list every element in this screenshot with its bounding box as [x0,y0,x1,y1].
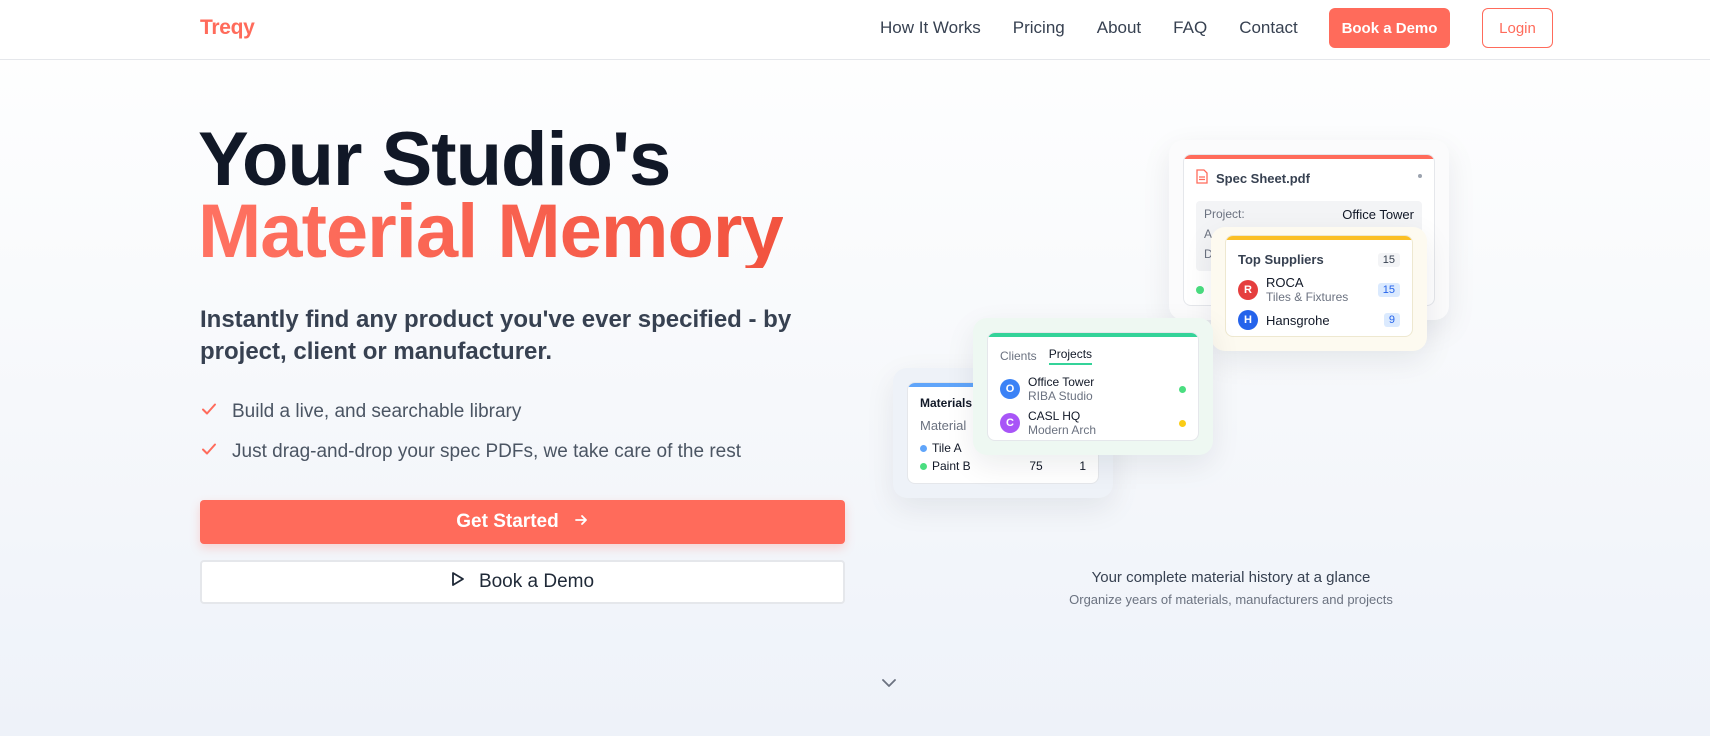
project-client: Modern Arch [1028,423,1097,437]
project-info: Office Tower RIBA Studio [1028,375,1179,403]
status-dot [1179,385,1186,393]
spec-value: Office Tower [1342,207,1414,222]
get-started-button[interactable]: Get Started [200,500,845,544]
supplier-category: Tiles & Fixtures [1266,290,1349,304]
material-qty: 75 [1029,459,1043,473]
nav-link-contact[interactable]: Contact [1239,18,1298,38]
book-demo-button[interactable]: Book a Demo [1329,8,1450,48]
arrow-right-icon [573,512,589,533]
supplier-count-badge: 9 [1383,313,1400,327]
nav-link-how-it-works[interactable]: How It Works [880,18,981,38]
book-demo-secondary-label: Book a Demo [478,571,595,592]
nav-link-about[interactable]: About [1097,18,1141,38]
suppliers-title: Top Suppliers [1238,252,1324,267]
tab-projects[interactable]: Projects [1048,347,1093,365]
clients-projects-inner: Clients Projects O Office Tower RIBA Stu… [987,332,1199,441]
project-name: CASL HQ [1028,409,1081,423]
material-count: 1 [1079,459,1086,473]
project-client: RIBA Studio [1028,389,1093,403]
spec-row: Project: Office Tower [1204,207,1414,227]
project-name: Office Tower [1028,375,1095,389]
login-button[interactable]: Login [1482,8,1553,48]
project-item[interactable]: C CASL HQ Modern Arch [988,403,1198,437]
feature-text: Just drag-and-drop your spec PDFs, we ta… [232,441,742,462]
spec-label: Project: [1204,207,1245,221]
feature-item: Build a live, and searchable library [200,392,741,432]
material-row[interactable]: Paint B 75 1 [908,455,1098,473]
suppliers-count-badge: 15 [1377,252,1400,267]
supplier-name: Hansgrohe [1266,312,1330,328]
card-tabs: Clients Projects [988,337,1198,365]
feature-list: Build a live, and searchable library Jus… [200,392,741,472]
nav-link-pricing[interactable]: Pricing [1013,18,1065,38]
play-icon [451,571,465,593]
top-nav: Treqy How It Works Pricing About FAQ Con… [0,0,1710,60]
status-dot [1196,286,1204,294]
supplier-name: ROCA [1266,275,1304,290]
supplier-item[interactable]: H Hansgrohe 9 [1226,304,1412,330]
preview-caption-title: Your complete material history at a glan… [1091,569,1371,586]
project-info: CASL HQ Modern Arch [1028,409,1179,437]
more-icon[interactable] [1418,174,1422,178]
supplier-avatar: R [1238,279,1258,300]
status-dot [1179,419,1186,427]
feature-text: Build a live, and searchable library [232,401,522,422]
supplier-item[interactable]: R ROCA Tiles & Fixtures 15 [1226,267,1412,304]
check-icon [200,400,224,424]
supplier-info: Hansgrohe [1266,313,1384,328]
supplier-avatar: H [1238,310,1258,330]
top-suppliers-inner: Top Suppliers 15 R ROCA Tiles & Fixtures… [1225,235,1413,337]
suppliers-header: Top Suppliers 15 [1226,240,1412,267]
project-avatar: C [1000,413,1020,433]
book-demo-secondary-button[interactable]: Book a Demo [200,560,845,604]
preview-caption-subtitle: Organize years of materials, manufacture… [1069,592,1393,607]
tab-clients[interactable]: Clients [1000,349,1037,363]
supplier-info: ROCA Tiles & Fixtures [1266,275,1378,304]
nav-links: How It Works Pricing About FAQ Contact [880,18,1330,38]
spec-header: Spec Sheet.pdf [1184,159,1434,187]
chevron-down-icon[interactable] [879,676,899,695]
check-icon [200,440,224,464]
clients-projects-card: Clients Projects O Office Tower RIBA Stu… [973,318,1213,455]
supplier-count-badge: 15 [1377,282,1400,297]
nav-link-faq[interactable]: FAQ [1173,18,1207,38]
hero-title-line2: Material Memory [198,189,784,274]
pdf-file-icon [1196,169,1208,187]
logo[interactable]: Treqy [200,16,255,40]
material-color-dot [920,462,927,470]
get-started-label: Get Started [456,511,559,532]
spec-file-name: Spec Sheet.pdf [1216,170,1310,186]
feature-item: Just drag-and-drop your spec PDFs, we ta… [200,432,741,472]
hero-title: Your Studio's Material Memory [198,117,784,274]
material-name: Paint B [932,459,971,473]
project-avatar: O [1000,379,1020,399]
material-color-dot [920,444,927,452]
hero-subtitle: Instantly find any product you've ever s… [200,306,792,365]
hero-title-line1: Your Studio's [198,117,671,202]
top-suppliers-card: Top Suppliers 15 R ROCA Tiles & Fixtures… [1211,227,1427,351]
project-item[interactable]: O Office Tower RIBA Studio [988,365,1198,403]
